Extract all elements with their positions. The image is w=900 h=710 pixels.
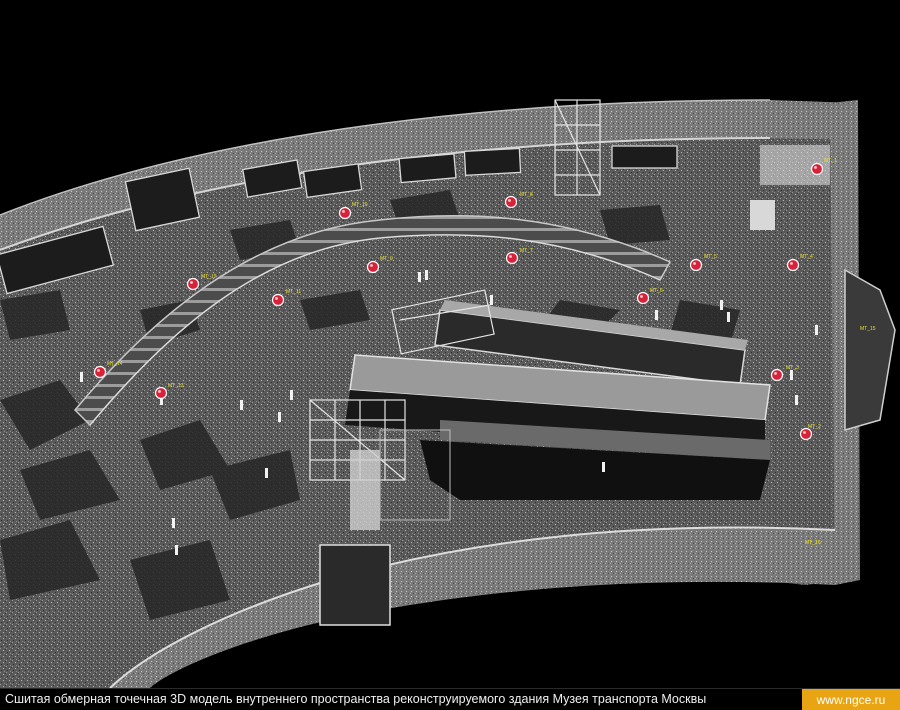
survey-marker-label: MT_16 (805, 540, 821, 546)
survey-marker-highlight (693, 262, 696, 265)
survey-marker-dot (810, 162, 824, 176)
survey-marker-highlight (508, 199, 511, 202)
survey-marker-highlight (509, 255, 512, 258)
survey-marker-dot (504, 195, 518, 209)
survey-marker-dot (689, 258, 703, 272)
survey-marker-highlight (790, 262, 793, 265)
survey-marker-highlight (190, 281, 193, 284)
survey-marker-label: MT_12 (201, 274, 217, 280)
survey-marker-dot (770, 368, 784, 382)
survey-marker-label: MT_9 (380, 256, 393, 262)
survey-marker-highlight (158, 390, 161, 393)
survey-marker-highlight (342, 210, 345, 213)
survey-marker-label: MT_2 (808, 424, 821, 430)
survey-marker-label: MT_7 (520, 248, 533, 254)
survey-marker-label: MT_4 (800, 254, 813, 260)
survey-marker-label: MT_10 (352, 202, 368, 208)
survey-marker-dot (93, 365, 107, 379)
survey-marker-dot (636, 291, 650, 305)
survey-marker-label: MT_6 (650, 288, 663, 294)
survey-marker-label: MT_13 (168, 383, 184, 389)
point-cloud-scan: MT_1 MT_2 MT_3 MT_4 MT_5 MT_6 MT_7 MT_8 MT_9 MT_1… (0, 99, 896, 688)
survey-marker-dot (271, 293, 285, 307)
survey-marker-label: MT_15 (860, 326, 876, 332)
survey-marker-dot (505, 251, 519, 265)
survey-marker-dot (799, 427, 813, 441)
survey-marker-highlight (640, 295, 643, 298)
survey-marker-highlight (774, 372, 777, 375)
survey-marker-highlight (275, 297, 278, 300)
survey-marker-label: MT_1 (824, 158, 837, 164)
point-cloud-image: MT_1 MT_2 MT_3 MT_4 MT_5 MT_6 MT_7 MT_8 MT_9 MT_1… (0, 0, 900, 710)
survey-marker-highlight (803, 431, 806, 434)
survey-marker-label: MT_3 (786, 365, 799, 371)
site-link[interactable]: www.ngce.ru (802, 689, 900, 710)
survey-marker-label: MT_5 (704, 254, 717, 260)
survey-marker-dot (786, 258, 800, 272)
survey-marker-label: MT_11 (286, 289, 301, 295)
survey-marker-label: MT_14 (107, 361, 123, 367)
survey-marker-dot (154, 386, 168, 400)
survey-marker-highlight (97, 369, 100, 372)
survey-marker-dot (338, 206, 352, 220)
survey-marker-highlight (814, 166, 817, 169)
image-caption: Сшитая обмерная точечная 3D модель внутр… (5, 692, 707, 706)
survey-marker-dot (366, 260, 380, 274)
survey-marker-dot (186, 277, 200, 291)
right-bay (844, 268, 896, 431)
caption-bar: Сшитая обмерная точечная 3D модель внутр… (0, 688, 900, 710)
survey-marker-label: MT_8 (520, 192, 533, 198)
survey-marker-highlight (370, 264, 373, 267)
